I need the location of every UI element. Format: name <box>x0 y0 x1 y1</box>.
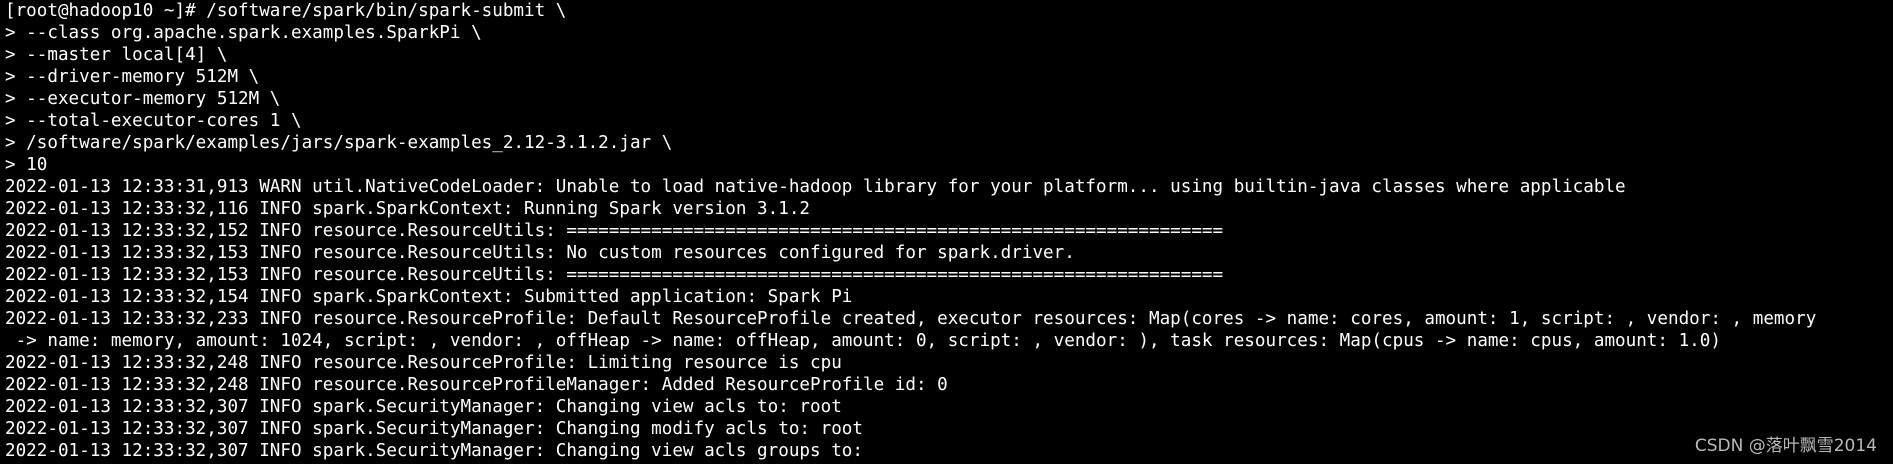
log-line: 2022-01-13 12:33:32,248 INFO resource.Re… <box>5 353 842 373</box>
terminal-prompt-line: [root@hadoop10 ~]# /software/spark/bin/s… <box>5 1 567 21</box>
csdn-watermark: CSDN @落叶飘雪2014 <box>1694 436 1877 456</box>
terminal-continuation-line: > /software/spark/examples/jars/spark-ex… <box>5 133 673 153</box>
log-line: 2022-01-13 12:33:32,153 INFO resource.Re… <box>5 265 1224 285</box>
terminal-window[interactable]: [root@hadoop10 ~]# /software/spark/bin/s… <box>0 0 1893 464</box>
log-line: 2022-01-13 12:33:32,307 INFO spark.Secur… <box>5 441 863 461</box>
log-line: 2022-01-13 12:33:31,913 WARN util.Native… <box>5 177 1626 197</box>
log-line: 2022-01-13 12:33:32,154 INFO spark.Spark… <box>5 287 853 307</box>
log-line: 2022-01-13 12:33:32,153 INFO resource.Re… <box>5 243 1075 263</box>
terminal-continuation-line: > --executor-memory 512M \ <box>5 89 281 109</box>
log-line: 2022-01-13 12:33:32,248 INFO resource.Re… <box>5 375 948 395</box>
terminal-output[interactable]: [root@hadoop10 ~]# /software/spark/bin/s… <box>0 0 1893 462</box>
log-line: 2022-01-13 12:33:32,233 INFO resource.Re… <box>5 309 1817 329</box>
terminal-continuation-line: > --class org.apache.spark.examples.Spar… <box>5 23 482 43</box>
terminal-continuation-line: > --master local[4] \ <box>5 45 228 65</box>
terminal-continuation-line: > --total-executor-cores 1 \ <box>5 111 302 131</box>
log-line: 2022-01-13 12:33:32,116 INFO spark.Spark… <box>5 199 811 219</box>
log-line-wrapped: -> name: memory, amount: 1024, script: ,… <box>5 331 1721 351</box>
log-line: 2022-01-13 12:33:32,307 INFO spark.Secur… <box>5 397 842 417</box>
terminal-continuation-line: > --driver-memory 512M \ <box>5 67 260 87</box>
log-line: 2022-01-13 12:33:32,152 INFO resource.Re… <box>5 221 1224 241</box>
log-line: 2022-01-13 12:33:32,307 INFO spark.Secur… <box>5 419 863 439</box>
terminal-continuation-line: > 10 <box>5 155 48 175</box>
